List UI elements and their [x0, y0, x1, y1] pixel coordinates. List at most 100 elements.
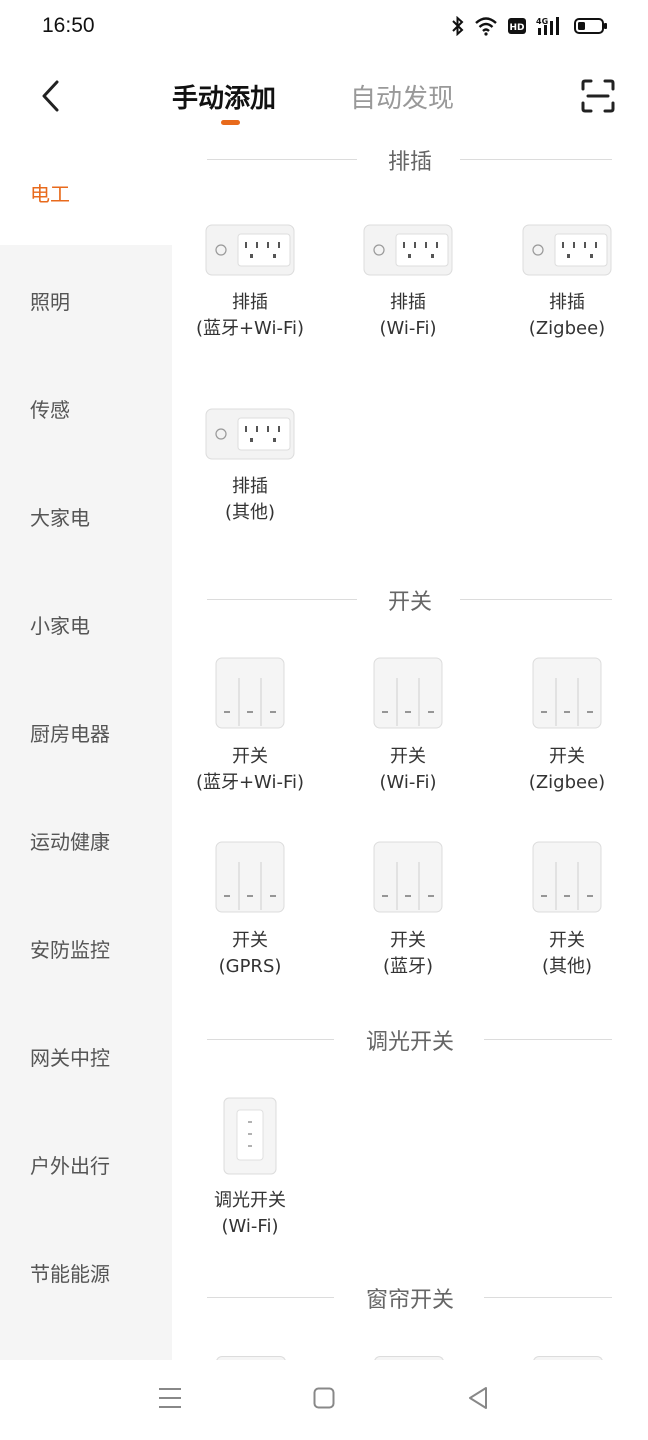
sidebar-item-label: 网关中控 — [30, 1046, 110, 1070]
device-switch-other[interactable]: 开关 (其他) — [497, 840, 637, 980]
device-switch-ble-wifi[interactable]: 开关 (蓝牙+Wi-Fi) — [180, 656, 320, 796]
status-time: 16:50 — [42, 14, 95, 37]
device-power-strip-zigbee[interactable]: 排插 (Zigbee) — [497, 222, 637, 342]
top-header: 手动添加 自动发现 — [0, 64, 648, 134]
chevron-left-icon — [39, 79, 61, 117]
category-sidebar: 电工 照明 传感 大家电 小家电 厨房电器 运动健康 安防监控 网关中控 户外出… — [0, 140, 172, 1360]
sidebar-item-electrician[interactable]: 电工 — [0, 160, 172, 220]
sidebar-item-security[interactable]: 安防监控 — [0, 916, 172, 976]
section-title-switch: 开关 — [172, 584, 648, 618]
device-power-strip-wifi[interactable]: 排插 (Wi-Fi) — [338, 222, 478, 342]
sidebar-item-kitchen[interactable]: 厨房电器 — [0, 700, 172, 760]
scan-icon — [580, 79, 616, 118]
menu-button[interactable] — [150, 1384, 190, 1416]
back-triangle-icon — [467, 1386, 489, 1414]
device-switch-zigbee[interactable]: 开关 (Zigbee) — [497, 656, 637, 796]
hd-icon: HD — [508, 17, 526, 35]
device-name: 排插 — [549, 292, 585, 313]
tab-auto-discover[interactable]: 自动发现 — [350, 78, 454, 115]
divider — [460, 159, 612, 160]
device-name: 开关 — [390, 746, 426, 767]
active-tab-indicator — [221, 120, 240, 125]
device-list: 排插 排插 (蓝牙+Wi-Fi) 排插 (Wi-Fi) 排插 (Zigbee) … — [172, 140, 648, 1360]
sidebar-item-sports-health[interactable]: 运动健康 — [0, 808, 172, 868]
device-protocol: (Wi-Fi) — [221, 1216, 279, 1237]
section-label: 窗帘开关 — [365, 1288, 454, 1313]
sidebar-item-label: 安防监控 — [30, 938, 110, 962]
device-switch-gprs[interactable]: 开关 (GPRS) — [180, 840, 320, 980]
sidebar-item-label: 小家电 — [30, 614, 90, 638]
scan-button[interactable] — [580, 78, 616, 114]
section-title-dimmer: 调光开关 — [172, 1024, 648, 1058]
divider — [460, 599, 612, 600]
back-nav-button[interactable] — [458, 1384, 498, 1416]
device-protocol: (Wi-Fi) — [379, 772, 437, 793]
device-protocol: (蓝牙+Wi-Fi) — [195, 772, 305, 793]
section-title-curtain: 窗帘开关 — [172, 1282, 648, 1316]
dimmer-switch-icon — [180, 1096, 320, 1180]
signal-4g-icon: 4G — [536, 16, 564, 36]
power-strip-icon — [338, 222, 478, 282]
device-name: 开关 — [232, 746, 268, 767]
battery-icon — [574, 17, 608, 35]
device-protocol: (蓝牙+Wi-Fi) — [195, 318, 305, 339]
device-protocol: (Wi-Fi) — [379, 318, 437, 339]
device-power-strip-ble-wifi[interactable]: 排插 (蓝牙+Wi-Fi) — [180, 222, 320, 342]
sidebar-item-large-appliance[interactable]: 大家电 — [0, 484, 172, 544]
device-name: 调光开关 — [214, 1190, 286, 1211]
sidebar-item-outdoor[interactable]: 户外出行 — [0, 1132, 172, 1192]
wall-switch-icon — [497, 840, 637, 920]
sidebar-item-label: 运动健康 — [30, 830, 110, 854]
wall-switch-icon — [497, 656, 637, 736]
device-name: 开关 — [549, 746, 585, 767]
device-name: 排插 — [232, 292, 268, 313]
back-button[interactable] — [30, 76, 70, 120]
device-name: 开关 — [390, 930, 426, 951]
home-icon — [313, 1387, 335, 1413]
power-strip-icon — [180, 222, 320, 282]
wall-switch-icon — [180, 840, 320, 920]
sidebar-item-label: 大家电 — [30, 506, 90, 530]
sidebar-item-sensor[interactable]: 传感 — [0, 376, 172, 436]
home-button[interactable] — [304, 1384, 344, 1416]
device-protocol: (其他) — [224, 502, 276, 523]
section-label: 调光开关 — [365, 1030, 454, 1055]
sidebar-item-lighting[interactable]: 照明 — [0, 268, 172, 328]
sidebar-item-label: 节能能源 — [30, 1262, 110, 1286]
device-name: 排插 — [390, 292, 426, 313]
sidebar-item-gateway[interactable]: 网关中控 — [0, 1024, 172, 1084]
device-protocol: (其他) — [541, 956, 593, 977]
wall-switch-icon — [338, 840, 478, 920]
sidebar-item-label: 传感 — [30, 398, 70, 422]
bluetooth-icon — [452, 16, 464, 36]
device-name: 排插 — [232, 476, 268, 497]
device-switch-ble[interactable]: 开关 (蓝牙) — [338, 840, 478, 980]
sidebar-item-label: 照明 — [30, 290, 70, 314]
device-protocol: (GPRS) — [218, 956, 282, 977]
section-label: 开关 — [387, 590, 432, 615]
device-dimmer-wifi[interactable]: 调光开关 (Wi-Fi) — [180, 1096, 320, 1240]
divider — [484, 1297, 612, 1298]
sidebar-item-label: 户外出行 — [30, 1154, 110, 1178]
wifi-icon — [474, 16, 498, 36]
tab-manual-add[interactable]: 手动添加 — [172, 78, 276, 115]
status-bar: 16:50 HD 4G — [0, 0, 648, 56]
wall-switch-icon — [338, 656, 478, 736]
device-protocol: (Zigbee) — [528, 772, 606, 793]
device-name: 开关 — [232, 930, 268, 951]
device-name: 开关 — [549, 930, 585, 951]
system-navigation-bar — [0, 1360, 648, 1440]
sidebar-item-energy[interactable]: 节能能源 — [0, 1240, 172, 1300]
menu-icon — [158, 1387, 182, 1413]
device-protocol: (蓝牙) — [382, 956, 434, 977]
sidebar-item-label: 厨房电器 — [30, 722, 110, 746]
power-strip-icon — [180, 406, 320, 466]
device-switch-wifi[interactable]: 开关 (Wi-Fi) — [338, 656, 478, 796]
device-power-strip-other[interactable]: 排插 (其他) — [180, 406, 320, 526]
sidebar-item-small-appliance[interactable]: 小家电 — [0, 592, 172, 652]
divider — [484, 1039, 612, 1040]
wall-switch-icon — [180, 656, 320, 736]
svg-text:4G: 4G — [536, 17, 548, 26]
section-label: 排插 — [387, 150, 432, 175]
section-title-power-strip: 排插 — [172, 144, 648, 178]
